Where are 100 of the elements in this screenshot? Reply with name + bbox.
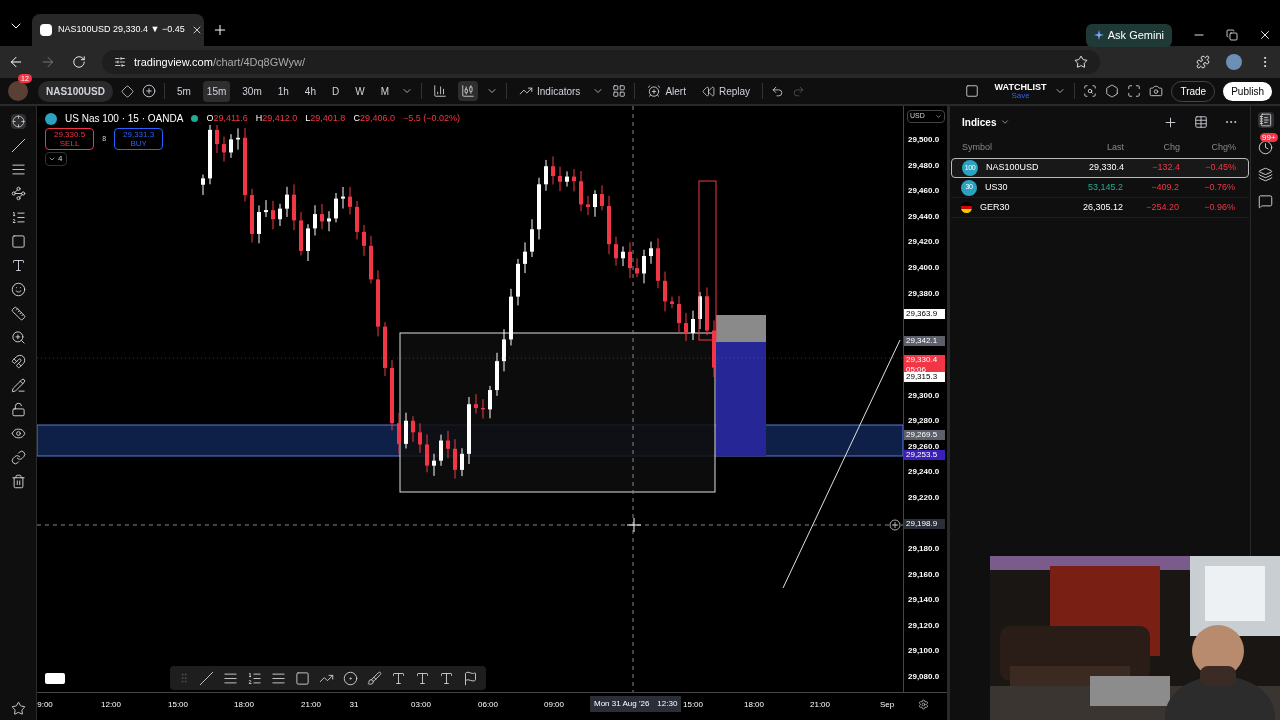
new-tab-icon[interactable] xyxy=(212,22,228,38)
price-label: 29,300.0 xyxy=(908,390,940,402)
parallel-lines-icon[interactable] xyxy=(10,162,26,177)
pattern-icon[interactable] xyxy=(10,186,26,201)
chat-icon[interactable] xyxy=(1258,194,1273,209)
interval-button[interactable]: D xyxy=(328,80,344,102)
sell-button[interactable]: 29,330.5 SELL xyxy=(45,128,95,150)
add-alert-icon[interactable] xyxy=(889,519,901,531)
favorites-star-icon[interactable] xyxy=(10,701,26,716)
buy-button[interactable]: 29,331.3 BUY xyxy=(114,128,164,150)
indicators-button[interactable]: Indicators xyxy=(515,83,585,99)
drag-handle-icon[interactable] xyxy=(178,672,190,684)
address-field[interactable]: tradingview.com/chart/4Dq8GWyw/ xyxy=(102,50,1100,74)
text-icon[interactable] xyxy=(10,258,26,273)
caret-icon xyxy=(48,155,56,163)
circle-icon[interactable] xyxy=(343,670,358,686)
settings-icon[interactable] xyxy=(918,699,929,710)
list-title[interactable]: Indices xyxy=(962,114,997,130)
user-avatar[interactable] xyxy=(8,81,28,101)
notification-badge: 99+ xyxy=(1260,133,1278,142)
add-symbol-icon[interactable] xyxy=(1163,114,1178,130)
column-header[interactable]: Chg% xyxy=(1180,141,1236,155)
browser-tab[interactable]: NAS100USD 29,330.4 ▼ −0.45 xyxy=(32,14,204,46)
change-percent: −0.76% xyxy=(1203,180,1235,194)
levels-icon[interactable] xyxy=(10,210,26,225)
brush-icon[interactable] xyxy=(367,670,382,686)
bookmark-star-icon[interactable] xyxy=(1074,55,1088,69)
settings-icon[interactable] xyxy=(1105,84,1120,98)
cursor-time-label: Mon 31 Aug '26 12:30 xyxy=(590,696,682,712)
time-label: 21:00 xyxy=(810,699,830,711)
chart-title[interactable]: US Nas 100 · 15 · OANDA xyxy=(65,111,184,126)
compare-icon[interactable] xyxy=(141,84,156,98)
fullscreen-icon[interactable] xyxy=(1127,84,1142,98)
price-label: 29,140.0 xyxy=(908,594,940,606)
time-label: 12:00 xyxy=(101,699,121,711)
rectangle-icon[interactable] xyxy=(295,670,310,686)
note-icon[interactable] xyxy=(439,670,454,686)
watchlist-icon[interactable] xyxy=(1257,112,1274,128)
reload-icon[interactable] xyxy=(72,55,86,69)
pencil-icon[interactable] xyxy=(10,378,26,393)
smiley-icon[interactable] xyxy=(10,282,26,297)
column-header[interactable]: Chg xyxy=(1124,141,1180,155)
column-header[interactable]: Last xyxy=(1066,141,1124,155)
rectangle-icon[interactable] xyxy=(10,234,26,249)
interval-button[interactable]: 1h xyxy=(273,80,293,102)
quick-search-icon[interactable] xyxy=(1083,84,1098,98)
alert-button[interactable]: Alert xyxy=(643,83,690,99)
magnet-icon[interactable] xyxy=(10,354,26,369)
time-label: Sep xyxy=(879,699,895,711)
crosshair-icon[interactable] xyxy=(10,114,26,129)
watchlist-row[interactable]: GER30 26,305.12 −254.20 −0.96% xyxy=(951,198,1249,218)
checkbox-icon[interactable] xyxy=(964,84,979,98)
change-percent: −0.96% xyxy=(1203,200,1235,214)
interval-button[interactable]: M xyxy=(376,80,393,102)
extensions-icon[interactable] xyxy=(1196,55,1210,69)
last-price: 53,145.2 xyxy=(1086,180,1123,194)
rewind-icon xyxy=(701,84,715,98)
symbol-search[interactable]: NAS100USD xyxy=(38,80,113,102)
price-lines-icon[interactable] xyxy=(271,670,286,686)
link-icon[interactable] xyxy=(10,450,26,465)
change-value: −254.20 xyxy=(1145,200,1179,214)
interval-button[interactable]: 15m xyxy=(202,80,231,102)
table-icon[interactable] xyxy=(1194,115,1208,129)
profile-avatar[interactable] xyxy=(1226,54,1242,70)
interval-button[interactable]: W xyxy=(351,80,369,102)
restore-icon[interactable] xyxy=(1226,29,1238,42)
undo-icon[interactable] xyxy=(771,84,785,98)
back-icon[interactable] xyxy=(8,54,24,70)
change-value: −409.2 xyxy=(1150,180,1179,194)
interval-button[interactable]: 4h xyxy=(300,80,320,102)
layouts-icon[interactable] xyxy=(612,84,627,98)
time-label: 06:00 xyxy=(478,699,498,711)
interval-button[interactable]: 5m xyxy=(172,80,195,102)
anchored-text-icon[interactable] xyxy=(415,670,430,686)
site-settings-icon[interactable] xyxy=(114,56,126,68)
ask-gemini-button[interactable]: Ask Gemini xyxy=(1085,24,1172,47)
zoom-in-icon[interactable] xyxy=(10,330,26,345)
publish-button[interactable]: Publish xyxy=(1223,81,1272,101)
flag-icon[interactable] xyxy=(463,670,478,686)
caret-icon[interactable] xyxy=(1000,117,1011,127)
time-label: 15:00 xyxy=(683,699,703,711)
diamond-icon[interactable] xyxy=(120,84,134,98)
interval-button[interactable]: 30m xyxy=(238,80,266,102)
camera-icon[interactable] xyxy=(1149,84,1164,98)
lines-icon[interactable] xyxy=(223,670,238,686)
eye-icon[interactable] xyxy=(10,426,26,441)
trend-line-icon[interactable] xyxy=(199,670,214,686)
ruler-icon[interactable] xyxy=(10,306,26,321)
layers-icon[interactable] xyxy=(1258,167,1273,182)
text-icon[interactable] xyxy=(391,670,406,686)
clock-icon[interactable] xyxy=(1258,140,1273,155)
replay-button[interactable]: Replay xyxy=(697,83,755,99)
levels-icon[interactable] xyxy=(247,670,262,686)
lock-icon[interactable] xyxy=(10,402,26,417)
column-header[interactable]: Symbol xyxy=(962,141,1066,155)
indicators-collapse-button[interactable]: 4 xyxy=(45,152,67,166)
watchlist-title[interactable]: WATCHLIST xyxy=(994,82,1047,92)
candles-chart-button[interactable] xyxy=(458,81,478,101)
trash-icon[interactable] xyxy=(10,474,26,489)
trend-line-icon[interactable] xyxy=(10,138,26,153)
